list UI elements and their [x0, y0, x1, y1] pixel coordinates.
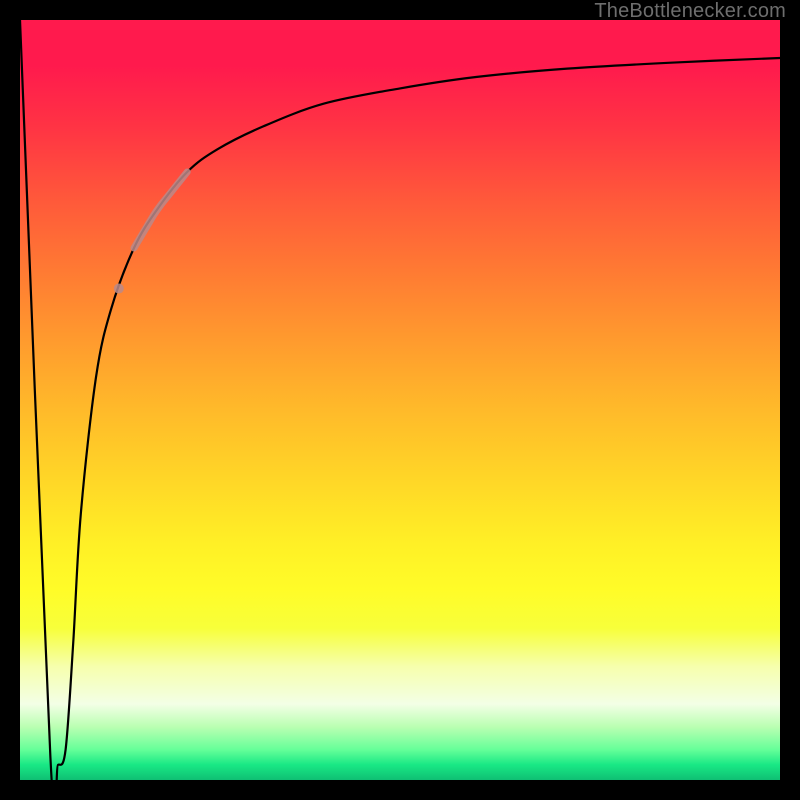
highlight-dot: [114, 284, 124, 294]
chart-svg: [20, 20, 780, 780]
chart-frame: TheBottlenecker.com: [0, 0, 800, 800]
chart-plot-area: [20, 20, 780, 780]
bottleneck-curve: [20, 20, 780, 780]
watermark-text: TheBottlenecker.com: [594, 0, 786, 23]
highlight-segment: [134, 172, 187, 248]
